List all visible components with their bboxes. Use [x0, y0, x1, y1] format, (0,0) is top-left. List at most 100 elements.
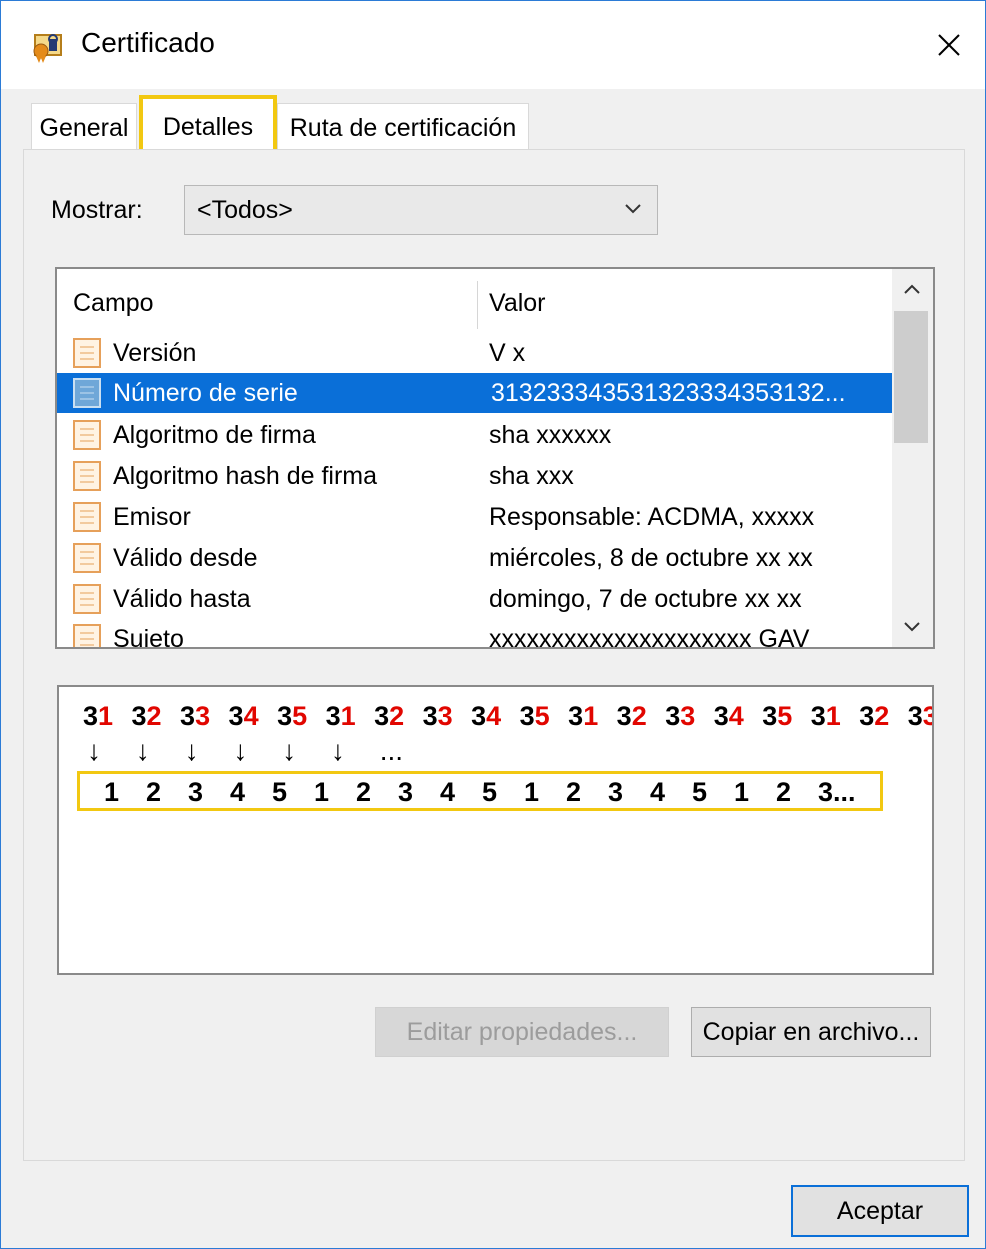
arrows-ellipsis: ...	[379, 735, 404, 766]
field-name: Versión	[113, 339, 197, 367]
hex-pair: 3232	[374, 701, 405, 731]
decoded-digit: 1	[524, 777, 540, 807]
tab-certification-path[interactable]: Ruta de certificación	[277, 103, 529, 149]
list-item[interactable]: Emisor Responsable: ACDMA, xxxxx	[57, 497, 892, 537]
list-item-selected[interactable]: Número de serie 3132333435313233343531​3…	[57, 373, 892, 413]
field-name: Sujeto	[113, 625, 184, 649]
serial-hex-pairs: 3131 3232 3333 3434 3535 3131 3232 3333 …	[83, 701, 932, 732]
document-icon	[73, 584, 101, 614]
list-item[interactable]: Algoritmo hash de firma sha xxx	[57, 456, 892, 496]
decoded-digit: 2	[566, 777, 582, 807]
list-item[interactable]: Válido desde miércoles, 8 de octubre xx …	[57, 538, 892, 578]
list-item[interactable]: Algoritmo de firma sha xxxxxx	[57, 415, 892, 455]
field-value: sha xxx	[489, 462, 574, 490]
edit-properties-button[interactable]: Editar propiedades...	[375, 1007, 669, 1057]
document-icon	[73, 420, 101, 450]
decoded-digit: 5	[272, 777, 288, 807]
decoded-digit: 4	[650, 777, 666, 807]
show-selected-value: <Todos>	[197, 196, 293, 224]
decoded-digit: 4	[230, 777, 246, 807]
hex-pair: 3333	[180, 701, 211, 731]
accept-button[interactable]: Aceptar	[791, 1185, 969, 1237]
fields-list[interactable]: Campo Valor Versión V x Número de serie …	[55, 267, 935, 649]
scroll-thumb[interactable]	[894, 311, 928, 443]
list-item[interactable]: Válido hasta domingo, 7 de octubre xx xx	[57, 579, 892, 619]
hex-pair: 3131	[568, 701, 599, 731]
hex-pair: 3131	[810, 701, 841, 731]
decoded-digit: 3	[608, 777, 624, 807]
decoded-digit: 1	[734, 777, 750, 807]
decoded-digit: 1	[314, 777, 330, 807]
decoded-digits-highlight: 1 2 3 4 5 1 2 3 4 5 1 2 3 4 5 1 2 3...	[77, 771, 883, 811]
down-arrow-icon: ↓	[330, 735, 345, 766]
field-value: miércoles, 8 de octubre xx xx	[489, 544, 813, 572]
field-value: 3132333435313233343531​32...	[491, 379, 846, 407]
field-name: Válido hasta	[113, 585, 251, 613]
list-item[interactable]: Versión V x	[57, 333, 892, 373]
close-icon	[938, 34, 960, 56]
mapping-arrows: ↓ ↓ ↓ ↓ ↓ ↓ ...	[87, 735, 403, 767]
column-separator[interactable]	[477, 281, 478, 329]
hex-pair: 3535	[519, 701, 550, 731]
decoded-digit: 2	[146, 777, 162, 807]
value-details-box[interactable]: 3131 3232 3333 3434 3535 3131 3232 3333 …	[57, 685, 934, 975]
chevron-down-icon[interactable]	[892, 607, 933, 647]
hex-pair: 3333	[422, 701, 453, 731]
chevron-down-icon	[625, 204, 641, 214]
hex-pair: 3434	[228, 701, 259, 731]
hex-pair: 3232	[616, 701, 647, 731]
document-icon	[73, 461, 101, 491]
document-icon	[73, 502, 101, 532]
decoded-digit: 5	[692, 777, 708, 807]
show-label: Mostrar:	[51, 196, 143, 224]
field-name: Algoritmo hash de firma	[113, 462, 378, 490]
field-column-header[interactable]: Campo	[73, 289, 154, 318]
field-value: xxxxxxxxxxxxxxxxxxxxx GAV	[489, 625, 810, 649]
chevron-up-icon[interactable]	[892, 269, 933, 309]
tab-general[interactable]: General	[31, 103, 137, 149]
document-icon	[73, 543, 101, 573]
decoded-digit: 1	[104, 777, 120, 807]
show-select[interactable]: <Todos>	[184, 185, 658, 235]
document-icon	[73, 624, 101, 647]
value-column-header[interactable]: Valor	[489, 289, 546, 318]
field-name: Emisor	[113, 503, 191, 531]
hex-pair: 3131	[325, 701, 356, 731]
field-value: sha xxxxxx	[489, 421, 612, 449]
tab-details[interactable]: Detalles	[139, 95, 277, 151]
vertical-scrollbar[interactable]	[892, 269, 933, 647]
decoded-digit: 2	[776, 777, 792, 807]
certificate-dialog: Certificado General Detalles Ruta de cer…	[0, 0, 986, 1249]
down-arrow-icon: ↓	[87, 735, 101, 766]
field-name: Válido desde	[113, 544, 258, 572]
list-item[interactable]: Sujeto xxxxxxxxxxxxxxxxxxxxx GAV	[57, 619, 892, 649]
field-name: Algoritmo de firma	[113, 421, 316, 449]
hex-pair: 3535	[762, 701, 793, 731]
field-value: domingo, 7 de octubre xx xx	[489, 585, 802, 613]
decoded-digit: 3	[188, 777, 204, 807]
down-arrow-icon: ↓	[135, 735, 150, 766]
close-button[interactable]	[929, 25, 969, 65]
decoded-digit: 5	[482, 777, 498, 807]
hex-pair: 3333	[907, 701, 932, 731]
hex-pair: 3535	[277, 701, 308, 731]
field-value: V x	[489, 339, 526, 367]
document-icon	[73, 378, 101, 408]
certificate-icon	[33, 34, 62, 63]
document-icon	[73, 338, 101, 368]
down-arrow-icon: ↓	[233, 735, 248, 766]
copy-to-file-button[interactable]: Copiar en archivo...	[691, 1007, 931, 1057]
hex-pair: 3434	[471, 701, 502, 731]
field-value: Responsable: ACDMA, xxxxx	[489, 503, 815, 531]
hex-pair: 3434	[713, 701, 744, 731]
hex-pair: 3333	[665, 701, 696, 731]
hex-pair: 3232	[131, 701, 162, 731]
field-name: Número de serie	[113, 379, 298, 407]
title-bar: Certificado	[1, 1, 985, 89]
hex-pair: 3131	[83, 701, 114, 731]
decoded-digit: 4	[440, 777, 456, 807]
decoded-digit: 2	[356, 777, 372, 807]
window-title: Certificado	[81, 27, 215, 58]
hex-pair: 3232	[859, 701, 890, 731]
list-header: Campo Valor	[57, 269, 892, 331]
